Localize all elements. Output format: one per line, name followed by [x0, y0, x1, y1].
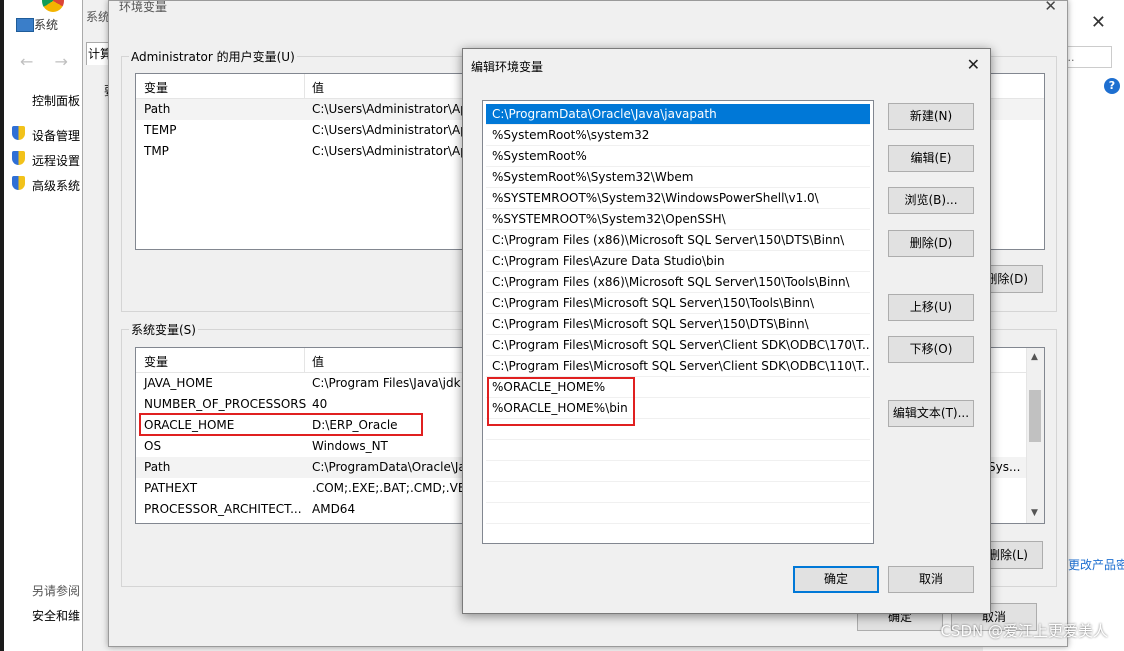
advanced-settings-link[interactable]: 高级系统 — [32, 177, 80, 194]
path-value-tail: Sys... — [988, 460, 1021, 474]
cancel-button[interactable]: 取消 — [888, 566, 974, 593]
variable-value: .COM;.EXE;.BAT;.CMD;.VBS — [312, 481, 474, 495]
security-maintenance-link[interactable]: 安全和维 — [32, 607, 80, 624]
remote-settings-link[interactable]: 远程设置 — [32, 152, 80, 169]
column-header-value[interactable]: 值 — [312, 353, 324, 370]
system-variables-label: 系统变量(S) — [129, 321, 198, 338]
list-item[interactable]: C:\Program Files\Microsoft SQL Server\Cl… — [486, 356, 870, 377]
variable-name: Path — [144, 460, 171, 474]
see-also-label: 另请参阅 — [32, 584, 81, 598]
control-panel-link[interactable]: 控制面板 — [32, 92, 80, 109]
variable-name: TEMP — [144, 123, 177, 137]
dialog-title: 环境变量 — [119, 0, 168, 14]
variable-value: Windows_NT — [312, 439, 388, 453]
help-icon[interactable]: ? — [1104, 78, 1120, 94]
oracle-entries-highlight — [487, 377, 635, 426]
variable-name: OS — [144, 439, 162, 453]
variable-name: NUMBER_OF_PROCESSORS — [144, 397, 307, 411]
shield-icon — [12, 176, 25, 190]
variable-value: C:\Users\Administrator\Ap — [312, 123, 468, 137]
column-header-value[interactable]: 值 — [312, 79, 324, 96]
variable-name: Path — [144, 102, 171, 116]
oracle-home-highlight — [139, 413, 423, 436]
nav-arrows[interactable]: ← → — [20, 52, 76, 71]
column-header-variable[interactable]: 变量 — [144, 353, 168, 370]
list-item[interactable]: C:\Program Files\Microsoft SQL Server\15… — [486, 293, 870, 314]
list-item[interactable]: %SystemRoot%\System32\Wbem — [486, 167, 870, 188]
edit-button[interactable]: 编辑(E) — [888, 145, 974, 172]
delete-button[interactable]: 删除(D) — [888, 230, 974, 257]
scroll-up-icon[interactable]: ▲ — [1031, 352, 1038, 362]
path-entries-list[interactable]: C:\ProgramData\Oracle\Java\javapath %Sys… — [482, 100, 874, 544]
list-item[interactable]: C:\Program Files\Microsoft SQL Server\Cl… — [486, 335, 870, 356]
scroll-down-icon[interactable]: ▼ — [1031, 508, 1038, 518]
list-item[interactable]: %SYSTEMROOT%\System32\OpenSSH\ — [486, 209, 870, 230]
variable-value: C:\Users\Administrator\Ap — [312, 102, 468, 116]
user-variables-label: Administrator 的用户变量(U) — [129, 48, 297, 65]
column-header-variable[interactable]: 变量 — [144, 79, 168, 96]
new-button[interactable]: 新建(N) — [888, 103, 974, 130]
variable-name: PROCESSOR_ARCHITECT... — [144, 502, 302, 516]
list-item[interactable]: %SYSTEMROOT%\System32\WindowsPowerShell\… — [486, 188, 870, 209]
empty-row[interactable] — [486, 503, 870, 524]
scroll-thumb[interactable] — [1029, 390, 1041, 442]
variable-name: TMP — [144, 144, 169, 158]
variable-value: C:\Users\Administrator\Ap — [312, 144, 468, 158]
list-item[interactable]: C:\Program Files\Microsoft SQL Server\15… — [486, 314, 870, 335]
browse-button[interactable]: 浏览(B)... — [888, 187, 974, 214]
list-item[interactable]: C:\Program Files (x86)\Microsoft SQL Ser… — [486, 230, 870, 251]
variable-value: 40 — [312, 397, 328, 411]
edit-environment-variable-dialog: 编辑环境变量 ✕ C:\ProgramData\Oracle\Java\java… — [462, 48, 991, 614]
chrome-icon[interactable] — [42, 0, 64, 12]
list-item[interactable]: C:\Program Files\Azure Data Studio\bin — [486, 251, 870, 272]
vertical-scrollbar[interactable]: ▲ ▼ — [1026, 348, 1044, 523]
dialog-title: 编辑环境变量 — [471, 60, 544, 74]
edit-text-button[interactable]: 编辑文本(T)... — [888, 400, 974, 427]
system-window-title: 系统 — [34, 18, 59, 32]
list-item[interactable]: %SystemRoot%\system32 — [486, 125, 870, 146]
move-up-button[interactable]: 上移(U) — [888, 294, 974, 321]
list-item[interactable]: C:\Program Files (x86)\Microsoft SQL Ser… — [486, 272, 870, 293]
move-down-button[interactable]: 下移(O) — [888, 336, 974, 363]
device-manager-link[interactable]: 设备管理 — [32, 127, 80, 144]
watermark: CSDN @爱江上更爱美人 — [940, 622, 1108, 640]
variable-value: C:\ProgramData\Oracle\Ja — [312, 460, 466, 474]
variable-name: PATHEXT — [144, 481, 198, 495]
shield-icon — [12, 126, 25, 140]
close-icon[interactable]: ✕ — [967, 55, 980, 74]
variable-value: C:\Program Files\Java\jdk1 — [312, 376, 469, 390]
empty-row[interactable] — [486, 461, 870, 482]
list-item[interactable]: %SystemRoot% — [486, 146, 870, 167]
empty-row[interactable] — [486, 440, 870, 461]
change-product-key-link[interactable]: 更改产品密钥 — [1068, 556, 1124, 573]
variable-name: JAVA_HOME — [144, 376, 213, 390]
empty-row[interactable] — [486, 482, 870, 503]
computer-icon — [16, 18, 34, 32]
close-icon[interactable]: ✕ — [1091, 12, 1106, 33]
close-icon[interactable]: ✕ — [1044, 0, 1057, 15]
shield-icon — [12, 151, 25, 165]
variable-value: AMD64 — [312, 502, 356, 516]
list-item[interactable]: C:\ProgramData\Oracle\Java\javapath — [486, 104, 870, 125]
ok-button[interactable]: 确定 — [793, 566, 879, 593]
